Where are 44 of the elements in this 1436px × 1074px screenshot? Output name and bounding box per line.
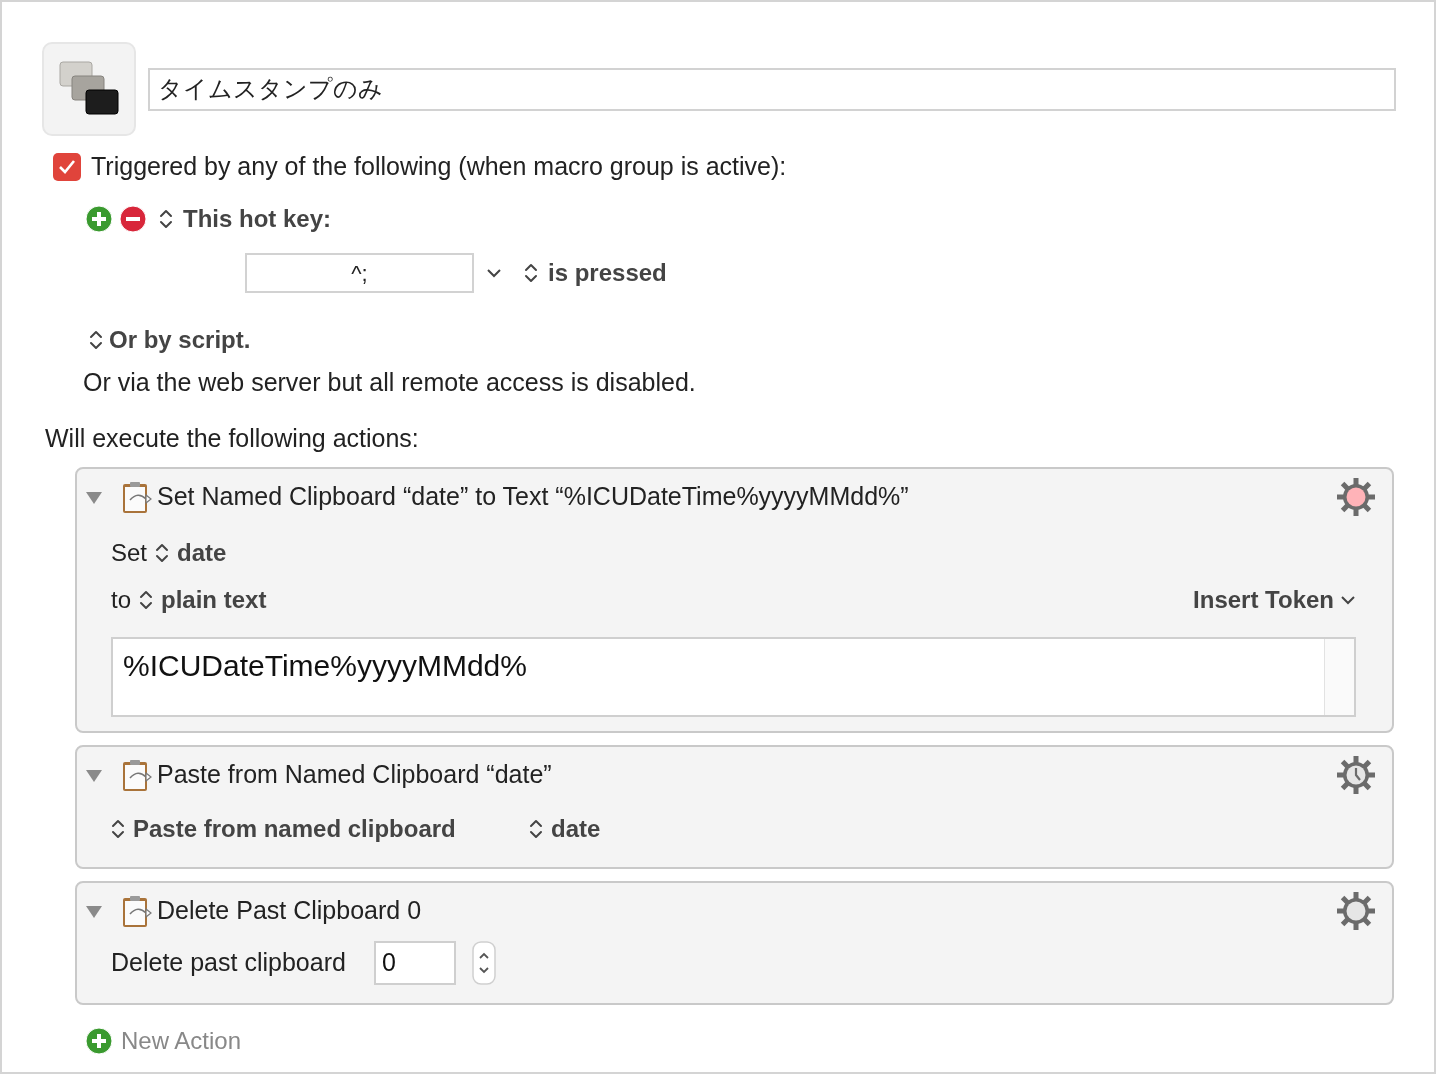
updown-icon <box>529 818 543 840</box>
action-title: Paste from Named Clipboard “date” <box>157 759 552 791</box>
macro-icon[interactable] <box>42 42 136 136</box>
updown-icon <box>89 329 103 351</box>
remove-icon[interactable] <box>119 205 147 233</box>
text-type-selector[interactable]: plain text <box>161 582 267 618</box>
updown-icon <box>155 542 170 564</box>
paste-mode-selector[interactable]: Paste from named clipboard <box>133 811 529 847</box>
updown-icon <box>139 589 153 611</box>
new-action-button[interactable]: New Action <box>121 1023 242 1059</box>
actions-heading: Will execute the following actions: <box>44 422 420 454</box>
action-title: Set Named Clipboard “date” to Text “%ICUDateTime%yyyyMMdd%” <box>157 481 909 513</box>
clipboard-name[interactable]: date <box>551 811 601 847</box>
script-trigger-selector[interactable]: Or by script. <box>109 322 251 358</box>
collapse-triangle-icon[interactable] <box>85 489 103 505</box>
checkmark-icon <box>58 159 76 175</box>
updown-icon <box>159 208 173 230</box>
macro-name-field[interactable]: タイムスタンプのみ <box>148 67 1396 111</box>
condition-selector[interactable]: is pressed <box>548 255 667 291</box>
stepper-icon[interactable] <box>471 941 496 985</box>
gear-icon[interactable] <box>1336 891 1376 931</box>
collapse-triangle-icon[interactable] <box>85 767 103 783</box>
delete-label: Delete past clipboard <box>111 947 346 979</box>
number-field[interactable]: 0 <box>373 941 456 985</box>
web-server-note: Or via the web server but all remote access is disabled. <box>82 367 697 398</box>
hotkey-field[interactable]: ^; <box>245 253 474 293</box>
text-field[interactable]: %ICUDateTime%yyyyMMdd% <box>111 637 1356 717</box>
gear-clock-icon[interactable] <box>1336 755 1376 795</box>
insert-token-button[interactable]: Insert Token <box>1193 582 1356 618</box>
updown-icon <box>111 818 125 840</box>
chevron-down-icon <box>1340 595 1356 605</box>
trigger-type-selector[interactable]: This hot key: <box>183 201 332 237</box>
to-label: to <box>111 585 131 615</box>
clipboard-name[interactable]: date <box>177 535 227 571</box>
updown-icon <box>524 262 538 284</box>
gear-icon[interactable] <box>1336 477 1376 517</box>
trigger-label: Triggered by any of the following (when macro group is active): <box>91 151 787 183</box>
add-icon[interactable] <box>85 1027 113 1055</box>
trigger-checkbox[interactable] <box>53 153 81 181</box>
chevron-down-icon[interactable] <box>486 268 502 278</box>
add-icon[interactable] <box>85 205 113 233</box>
set-label: Set <box>111 538 148 568</box>
collapse-triangle-icon[interactable] <box>85 903 103 919</box>
action-title: Delete Past Clipboard 0 <box>157 895 422 927</box>
